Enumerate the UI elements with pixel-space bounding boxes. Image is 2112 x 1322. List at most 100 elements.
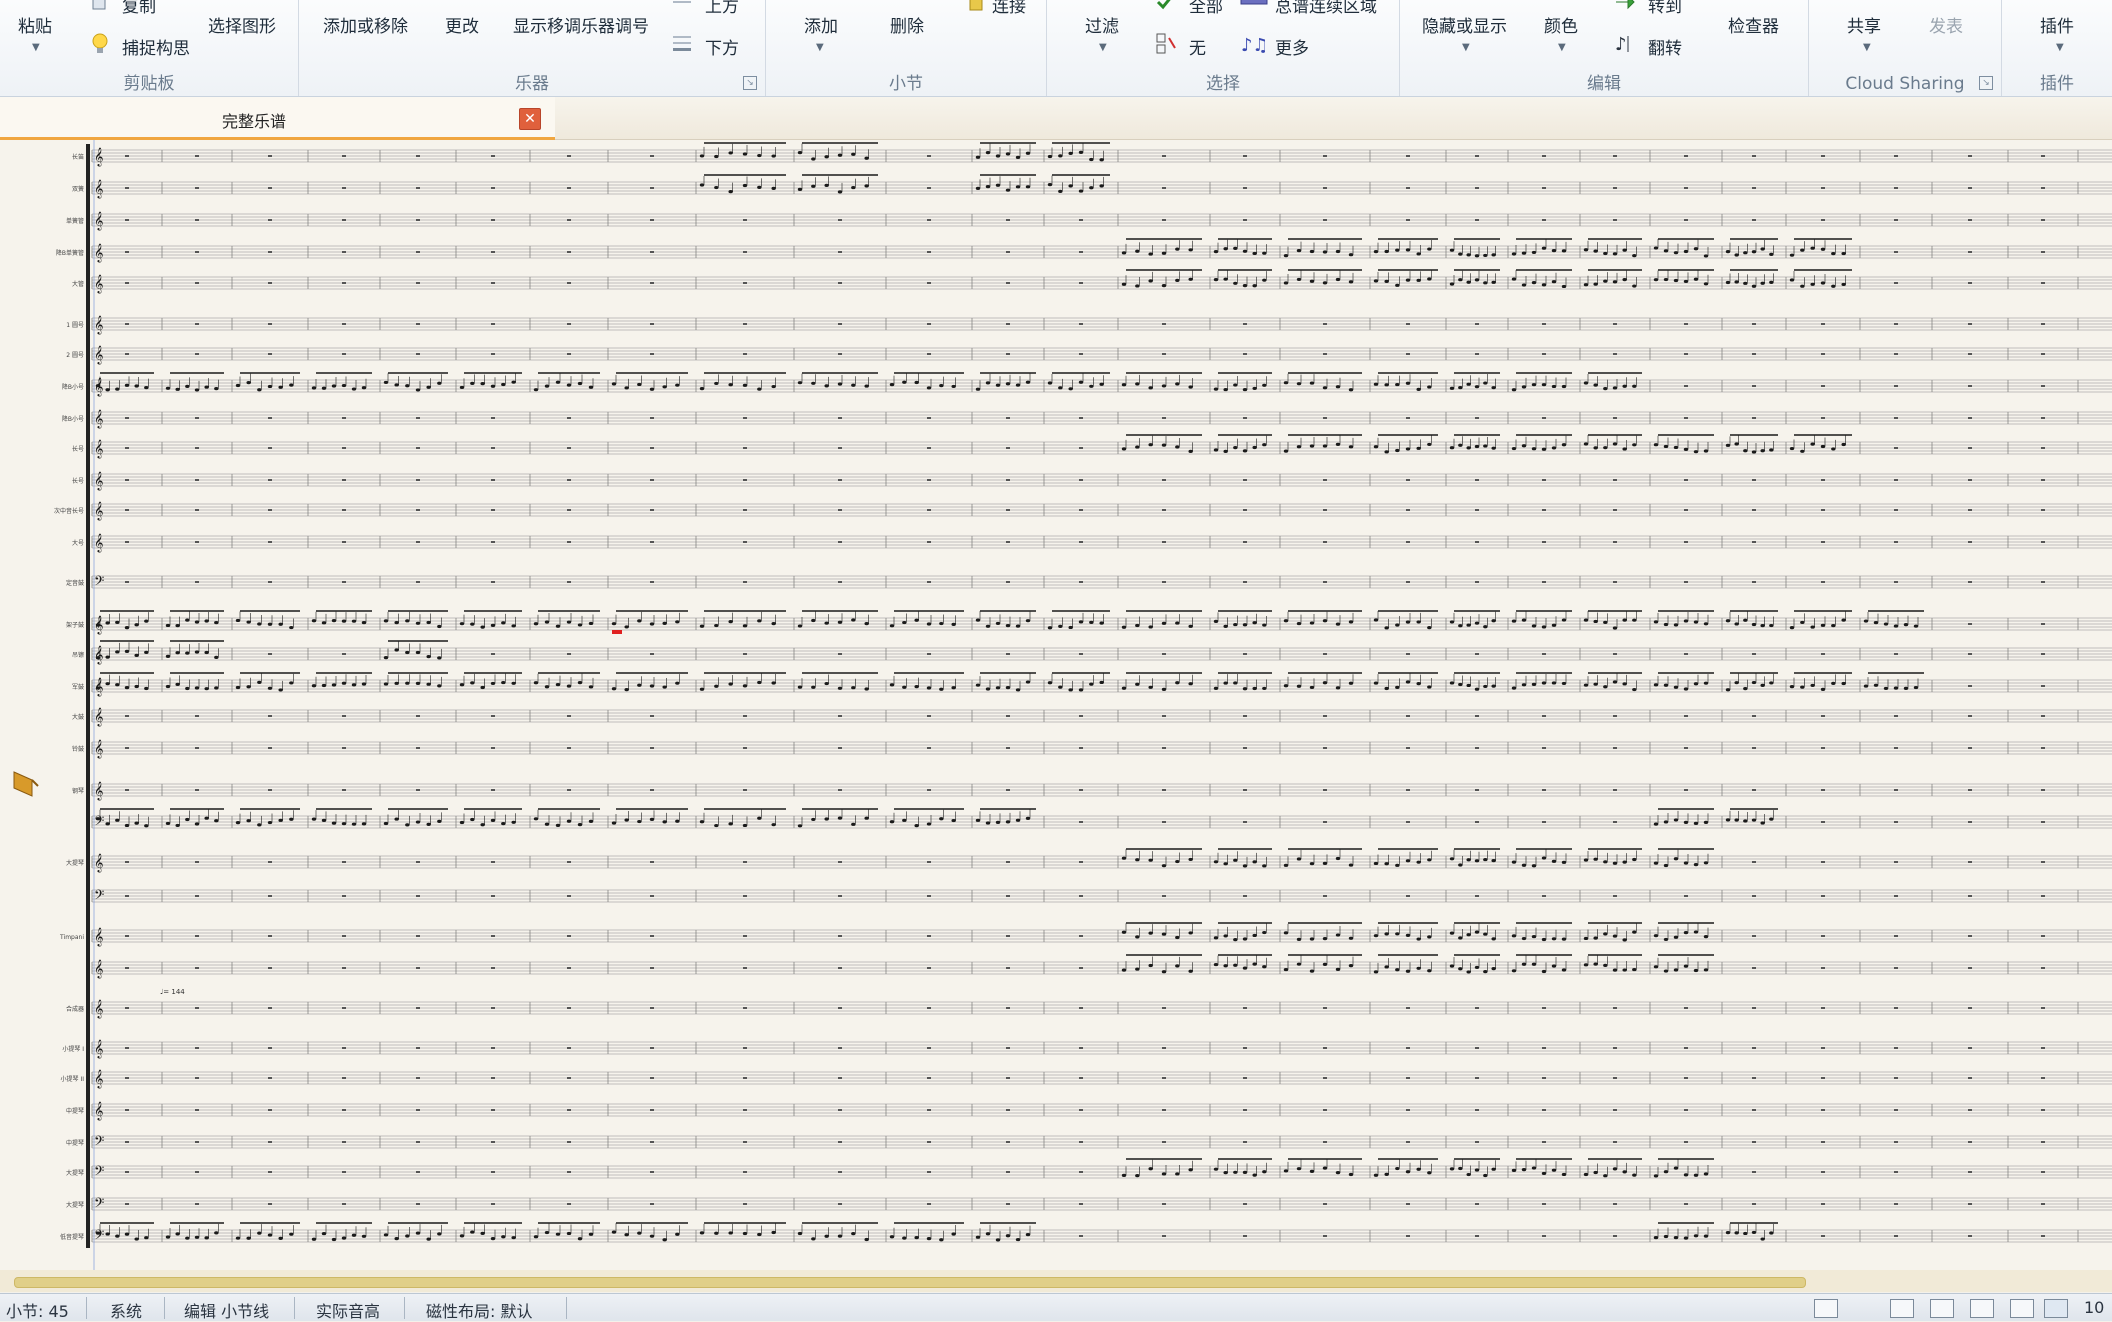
add-bar-dropdown-icon[interactable]: ▼ — [816, 42, 824, 53]
rest — [927, 581, 931, 583]
note-head — [1725, 1231, 1731, 1235]
add-bar-button[interactable]: 添加 — [804, 12, 838, 37]
rest — [1079, 282, 1083, 284]
note-head — [1466, 280, 1471, 284]
rest — [125, 479, 129, 481]
view-page-icon[interactable] — [2044, 1299, 2068, 1318]
note-head — [1335, 686, 1341, 690]
note-head — [1653, 861, 1659, 865]
document-tab[interactable]: 完整乐谱 ✕ — [0, 97, 555, 140]
change-instrument-button[interactable]: 更改 — [445, 12, 479, 37]
note-head — [1458, 936, 1463, 940]
note-head — [1683, 249, 1689, 254]
note-head — [1760, 281, 1765, 285]
status-system[interactable]: 系统 — [110, 1298, 142, 1322]
rest — [1006, 653, 1010, 655]
color-button[interactable]: 颜色 — [1544, 12, 1578, 37]
horizontal-scrollbar[interactable] — [0, 1270, 2112, 1292]
staff-label: 吊镲 — [72, 651, 84, 659]
note-head — [165, 386, 171, 390]
rest — [650, 935, 654, 937]
join-bars-button[interactable]: 连接 — [992, 0, 1026, 17]
note-head — [1491, 1167, 1496, 1171]
playback-line-marker-icon[interactable] — [12, 770, 40, 800]
rest — [195, 479, 199, 481]
view-details-icon[interactable] — [1814, 1299, 1838, 1318]
hide-show-button[interactable]: 隐藏或显示 — [1422, 12, 1507, 37]
publish-button[interactable]: 发表 — [1929, 12, 1963, 37]
note-head — [1593, 936, 1598, 940]
below-button[interactable]: 下方 — [705, 34, 739, 59]
rest — [1006, 1171, 1010, 1173]
full-score[interactable]: 𝄞长笛𝄞双簧𝄞单簧管𝄞降B单簧管𝄞大管𝄞1 圆号𝄞2 圆号𝄞降B小号𝄞降B小号𝄞… — [0, 140, 2112, 1270]
note-head — [662, 621, 667, 625]
rest — [1475, 1007, 1479, 1009]
score-canvas[interactable]: 𝄞长笛𝄞双簧𝄞单簧管𝄞降B单簧管𝄞大管𝄞1 圆号𝄞2 圆号𝄞降B小号𝄞降B小号𝄞… — [0, 140, 2112, 1270]
delete-bar-button[interactable]: 删除 — [890, 12, 924, 37]
system-passage-button[interactable]: 总谱连续区域 — [1275, 0, 1377, 17]
note-head — [1416, 860, 1421, 864]
color-dropdown-icon[interactable]: ▼ — [1558, 42, 1566, 53]
cloud-sharing-launcher-icon[interactable]: ↘ — [1979, 76, 1993, 90]
clef: 𝄞 — [94, 471, 103, 491]
filter-button[interactable]: 过滤 — [1085, 12, 1119, 37]
capture-idea-button[interactable]: 捕捉构思 — [122, 34, 190, 59]
status-concert-pitch[interactable]: 实际音高 — [316, 1298, 380, 1322]
note-head — [1161, 251, 1167, 255]
note-head — [1296, 937, 1302, 941]
close-tab-icon[interactable]: ✕ — [519, 108, 541, 130]
rest — [927, 967, 931, 969]
plugins-button[interactable]: 插件 — [2040, 12, 2074, 37]
rest — [743, 1171, 747, 1173]
paste-dropdown-icon[interactable]: ▼ — [32, 42, 40, 53]
instruments-launcher-icon[interactable]: ↘ — [743, 76, 757, 90]
above-button[interactable]: 上方 — [705, 0, 739, 17]
plugins-dropdown-icon[interactable]: ▼ — [2056, 42, 2064, 53]
note-head — [1531, 934, 1537, 939]
select-graphic-button[interactable]: 选择图形 — [208, 12, 276, 37]
note-head — [1309, 381, 1315, 385]
scrollbar-thumb[interactable] — [14, 1277, 1806, 1288]
note-head — [1047, 626, 1053, 630]
rest — [1684, 417, 1688, 419]
view-single-page-icon[interactable] — [2010, 1299, 2034, 1318]
select-all-button[interactable]: 全部 — [1189, 0, 1223, 17]
note-head — [1309, 685, 1315, 690]
view-panorama-icon[interactable] — [1890, 1299, 1914, 1318]
status-edit-mode[interactable]: 编辑 小节线 — [184, 1298, 269, 1322]
copy-button[interactable]: 复制 — [122, 0, 156, 17]
rest — [567, 155, 571, 157]
note-head — [267, 384, 273, 389]
share-button[interactable]: 共享 — [1847, 12, 1881, 37]
note-head — [1466, 933, 1471, 937]
share-dropdown-icon[interactable]: ▼ — [1863, 42, 1871, 53]
hide-show-dropdown-icon[interactable]: ▼ — [1462, 42, 1470, 53]
flip-button[interactable]: 翻转 — [1648, 34, 1682, 59]
rest — [1684, 1109, 1688, 1111]
select-none-button[interactable]: 无 — [1189, 34, 1206, 59]
status-layout[interactable]: 磁性布局: 默认 — [426, 1298, 532, 1322]
note-head — [1760, 247, 1765, 251]
note-head — [1242, 284, 1248, 288]
staff-label: 小提琴 II — [61, 1075, 85, 1083]
show-transposing-key-button[interactable]: 显示移调乐器调号 — [513, 12, 649, 37]
note-head — [144, 386, 149, 390]
rest — [1821, 155, 1825, 157]
note-head — [426, 1237, 431, 1241]
note-head — [1242, 623, 1248, 627]
note-head — [278, 688, 283, 692]
status-zoom[interactable]: 10 — [2084, 1298, 2104, 1317]
note-head — [757, 185, 762, 189]
view-two-pages-icon[interactable] — [1930, 1299, 1954, 1318]
rest — [125, 219, 129, 221]
paste-button[interactable]: 粘贴 — [18, 12, 52, 37]
go-to-button[interactable]: 转到 — [1648, 0, 1682, 17]
select-more-button[interactable]: 更多 — [1275, 34, 1309, 59]
rest — [195, 1141, 199, 1143]
filter-dropdown-icon[interactable]: ▼ — [1099, 42, 1107, 53]
rest — [1821, 385, 1825, 387]
add-remove-instruments-button[interactable]: 添加或移除 — [323, 12, 408, 37]
rest — [1406, 541, 1410, 543]
view-spread-icon[interactable] — [1970, 1299, 1994, 1318]
inspector-button[interactable]: 检查器 — [1728, 12, 1779, 37]
